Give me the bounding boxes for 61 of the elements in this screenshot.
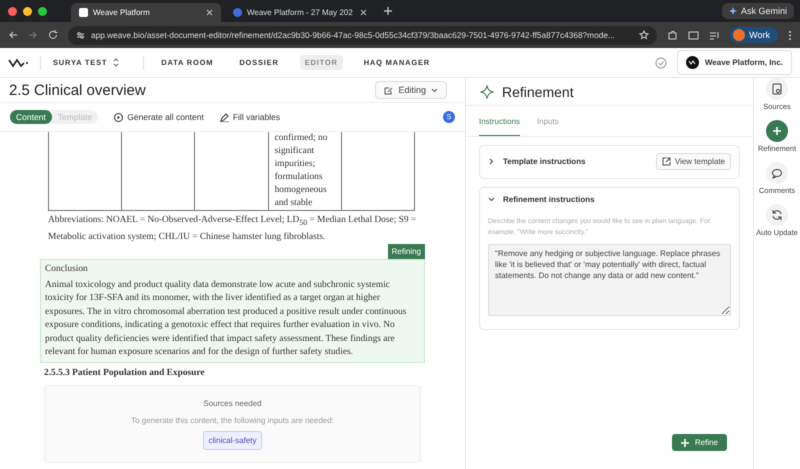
minimize-window-icon[interactable] <box>23 6 32 16</box>
check-circle-icon <box>654 56 667 68</box>
section-title[interactable]: Template instructions <box>503 157 586 166</box>
chevron-down-icon <box>431 88 438 92</box>
site-icon <box>233 8 242 17</box>
reading-mode-icon[interactable] <box>688 30 700 40</box>
chevron-down-icon[interactable] <box>488 196 495 203</box>
more-menu-icon[interactable] <box>788 30 792 40</box>
section-title[interactable]: Refinement instructions <box>503 195 595 204</box>
section-heading: 2.5.5.3 Patient Population and Exposure <box>43 366 206 380</box>
forward-icon[interactable] <box>28 30 38 40</box>
sparkle-icon <box>728 7 737 15</box>
abbreviations-note: Abbreviations: NOAEL = No-Observed-Adverse-Effect Level; LD$_{50}$ = Median Lethal Dose; S9 = Metabolic activation system; CHL/IU = Chinese hamster lung fibroblasts. <box>47 214 418 244</box>
new-tab-icon[interactable] <box>383 6 393 16</box>
extensions-icon[interactable] <box>667 30 678 40</box>
address-bar[interactable]: app.weave.bio/asset-document-editor/refinement/d2ac9b30-9b66-47ac-98c5-0d55c34cf379/3baac629-7501-4976-9742-ff5a877c4368?mode... <box>68 26 658 44</box>
sparkle-icon <box>480 84 494 98</box>
panel-tab[interactable]: Instructions <box>479 106 520 136</box>
plus-icon <box>680 438 689 446</box>
conclusion-text: Animal toxicology and product quality data demonstrate low acute and subchronic systemic toxicity for 13F-SFA and its monomer, with the liver identified as a target organ at higher exposures. The in vitro chromosomal aberration test produced a positive result under continuous exposure conditions, indicating a genotoxic effect that requires further evaluation in vivo. No product quality deficiencies were identified that impact safety assessment. These findings are relevant for human exposure scenarios and for the design of further safety studies. <box>45 278 408 360</box>
sources-needed-title: Sources needed <box>203 398 262 410</box>
toolbar-action[interactable]: Generate all content <box>114 112 204 122</box>
table-cell: confirmed; no significant impurities; formulations homogeneous and stable <box>268 132 342 210</box>
profile-avatar <box>733 29 746 41</box>
refine-button[interactable]: Refine <box>672 434 727 451</box>
close-icon[interactable] <box>206 9 213 16</box>
sources-needed-text: To generate this content, the following inputs are needed: <box>131 415 334 428</box>
chevron-right-icon[interactable] <box>488 158 495 165</box>
mode-dropdown[interactable]: Editing <box>375 81 447 99</box>
play-circle-icon <box>114 112 124 122</box>
url-text: app.weave.bio/asset-document-editor/refinement/d2ac9b30-9b66-47ac-98c5-0d55c34cf379/3baac629-7501-4976-9742-ff5a877c4368?mode... <box>91 30 615 40</box>
browser-tab[interactable]: Weave Platform <box>71 3 221 22</box>
source-tag[interactable]: clinical-safety <box>203 431 262 450</box>
panel-title: Refinement <box>502 84 574 100</box>
document-title: 2.5 Clinical overview <box>9 82 146 98</box>
conclusion-block[interactable] <box>40 258 425 363</box>
external-link-icon <box>662 157 671 166</box>
chevron-up-down-icon <box>113 58 120 67</box>
reload-icon[interactable] <box>48 30 58 40</box>
refining-badge: Refining <box>388 244 425 259</box>
view-toggle-option[interactable]: Content <box>10 110 52 124</box>
pen-icon <box>220 112 229 122</box>
ask-gemini-button[interactable]: Ask Gemini <box>722 3 794 19</box>
organization-logo-icon <box>686 56 699 69</box>
site-icon <box>79 8 88 17</box>
site-settings-icon[interactable] <box>76 30 85 40</box>
close-icon[interactable] <box>360 9 367 16</box>
view-template-button[interactable]: View template <box>656 153 731 170</box>
bookmark-star-icon[interactable] <box>639 30 650 40</box>
maximize-window-icon[interactable] <box>38 6 47 16</box>
edit-icon <box>384 86 394 94</box>
close-window-icon[interactable] <box>8 6 17 16</box>
organization-button[interactable]: Weave Platform, Inc. <box>676 50 792 75</box>
browser-tab[interactable]: Weave Platform - 27 May 202 <box>225 3 375 22</box>
conclusion-heading: Conclusion <box>45 262 89 276</box>
toolbar-action[interactable]: Fill variables <box>220 112 280 122</box>
logo-icon[interactable] <box>8 56 28 68</box>
profile-button[interactable]: Work <box>730 27 778 43</box>
media-control-icon[interactable] <box>709 30 720 40</box>
instructions-field[interactable]: "Remove any hedging or subjective language. Replace phrases like 'it is believed that' or 'may potentially' with direct, factual statements. Do not change any data or add new content." <box>488 244 731 316</box>
back-icon[interactable] <box>8 30 18 40</box>
